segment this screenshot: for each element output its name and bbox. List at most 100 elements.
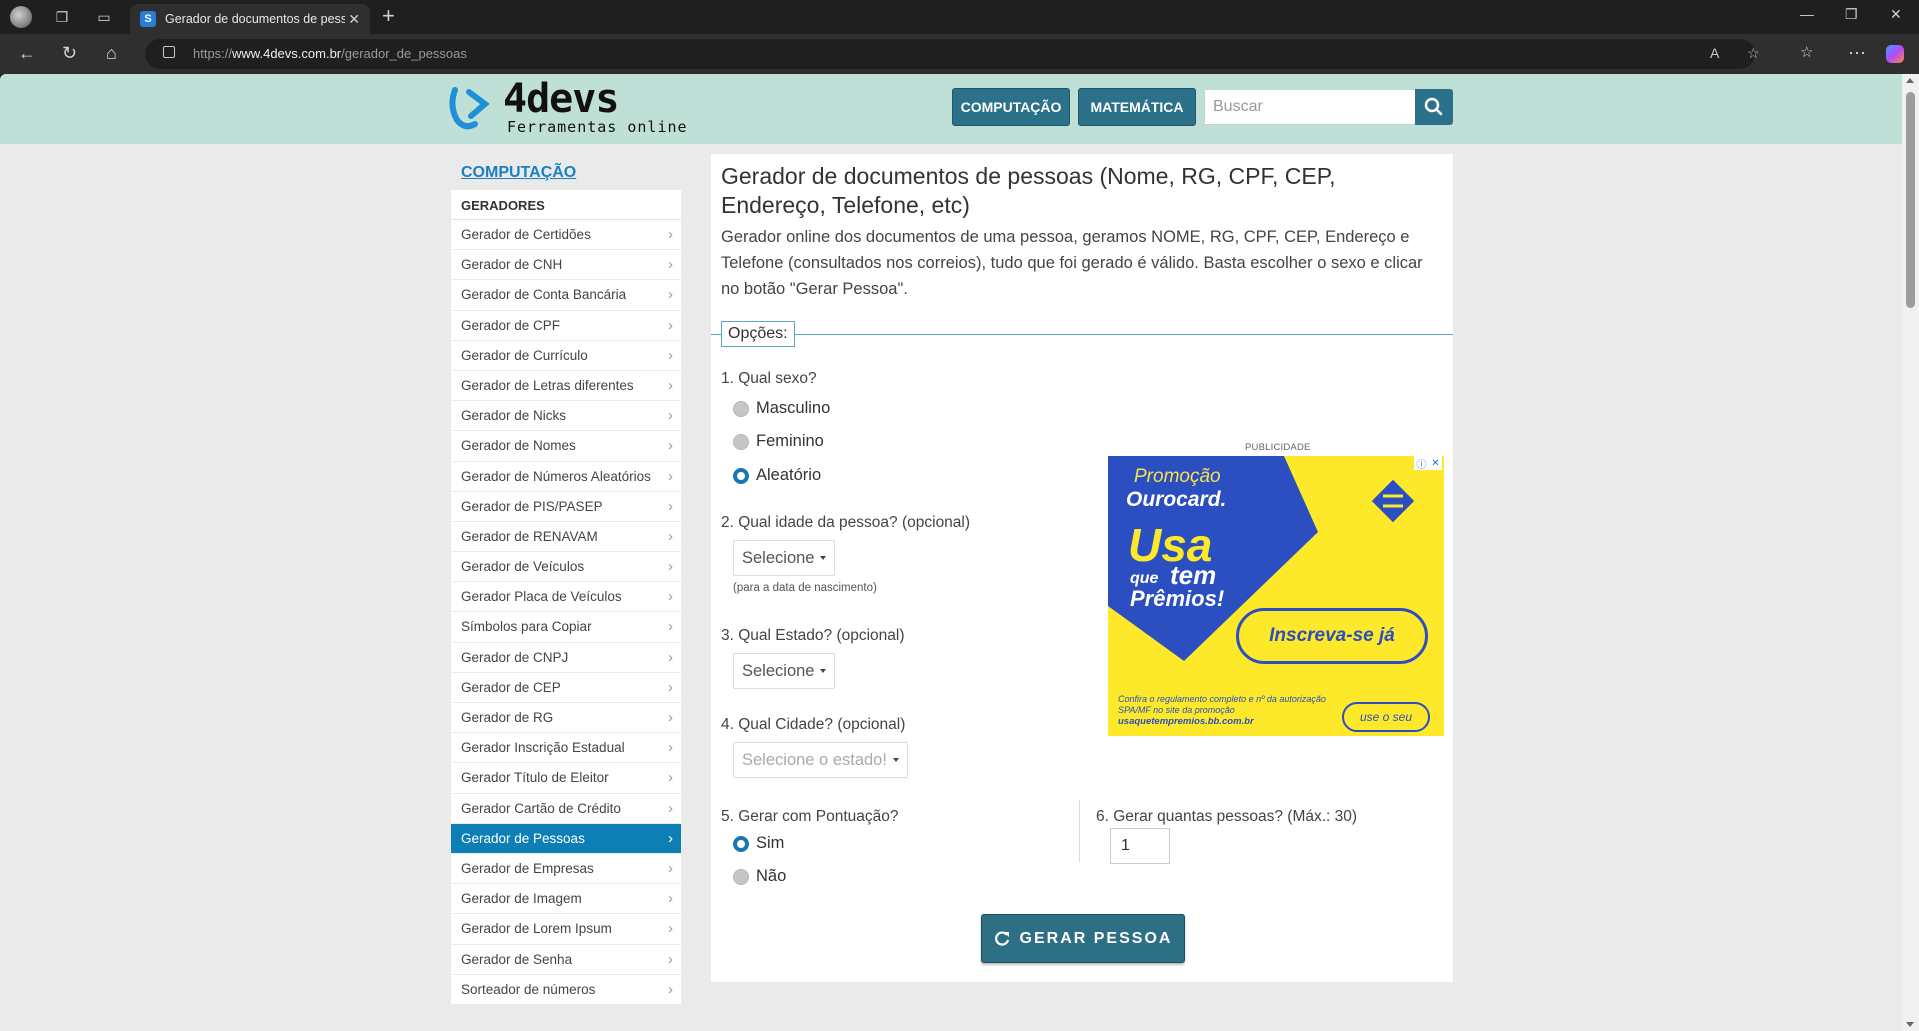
sidebar-item[interactable]: Gerador de CPF › xyxy=(451,311,681,341)
workspaces-icon[interactable]: ❐ xyxy=(52,7,72,27)
ad-promo-line1: Promoção xyxy=(1134,466,1221,487)
sidebar-item[interactable]: Gerador Placa de Veículos › xyxy=(451,582,681,613)
scroll-thumb[interactable] xyxy=(1906,92,1915,308)
chevron-right-icon: › xyxy=(668,709,673,726)
advertisement[interactable]: ⓘ ✕ Promoção Ourocard. Usa que tem Prêmio… xyxy=(1108,456,1444,736)
sidebar-item[interactable]: Gerador Inscrição Estadual › xyxy=(451,733,681,764)
sex-option-masculino[interactable]: Masculino xyxy=(733,399,830,418)
read-aloud-icon[interactable]: A xyxy=(1710,45,1719,61)
chevron-right-icon: › xyxy=(668,256,673,274)
sidebar-item[interactable]: Símbolos para Copiar › xyxy=(451,612,681,643)
sidebar-item[interactable]: Gerador de RG › xyxy=(451,703,681,734)
city-select[interactable]: Selecione o estado! xyxy=(733,742,908,778)
state-select[interactable]: Selecione xyxy=(733,653,836,689)
sidebar-item[interactable]: Gerador Cartão de Crédito › xyxy=(451,794,681,824)
sidebar-item[interactable]: Gerador de PIS/PASEP › xyxy=(451,492,681,522)
ad-premios: Prêmios! xyxy=(1130,586,1225,611)
sidebar-item[interactable]: Gerador de Nicks › xyxy=(451,401,681,432)
restore-icon[interactable]: ❐ xyxy=(1845,6,1858,23)
sidebar-item[interactable]: Gerador de CEP › xyxy=(451,673,681,703)
logo-name[interactable]: 4devs xyxy=(503,76,619,122)
sidebar-item[interactable]: Gerador de Conta Bancária › xyxy=(451,280,681,311)
sidebar-item-label: Gerador de Lorem Ipsum xyxy=(461,921,612,937)
chevron-right-icon: › xyxy=(668,799,673,817)
sidebar-item[interactable]: Gerador de Veículos › xyxy=(451,552,681,583)
chevron-right-icon: › xyxy=(668,890,673,908)
window-close-icon[interactable]: ✕ xyxy=(1890,6,1902,23)
back-icon[interactable]: ← xyxy=(18,43,36,63)
scroll-down-icon[interactable] xyxy=(1906,1022,1914,1027)
sidebar-item[interactable]: Gerador de Empresas › xyxy=(451,854,681,885)
sidebar-item[interactable]: Gerador de Currículo › xyxy=(451,341,681,371)
sidebar-item[interactable]: Gerador de Números Aleatórios › xyxy=(451,462,681,492)
ad-close-icon[interactable]: ⓘ ✕ xyxy=(1414,456,1442,471)
minimize-icon[interactable]: — xyxy=(1800,6,1814,22)
chevron-right-icon: › xyxy=(668,376,673,394)
radio-feminino[interactable] xyxy=(733,433,749,450)
favorites-icon[interactable]: ☆ xyxy=(1800,43,1813,63)
sex-option-feminino[interactable]: Feminino xyxy=(733,432,824,451)
sidebar-item[interactable]: Gerador de CNH › xyxy=(451,250,681,281)
sidebar-item-label: Gerador de CNPJ xyxy=(461,649,569,665)
browser-tab[interactable]: S Gerador de documentos de pessoas ✕ xyxy=(130,4,370,34)
favorite-star-icon[interactable]: ☆ xyxy=(1747,45,1760,62)
chevron-right-icon: › xyxy=(668,739,673,757)
refresh-icon[interactable]: ↻ xyxy=(62,43,77,63)
generate-person-button[interactable]: GERAR PESSOA xyxy=(981,914,1185,963)
url-text: https://www.4devs.com.br/gerador_de_pess… xyxy=(193,46,467,61)
sidebar-item-label: Gerador Placa de Veículos xyxy=(461,589,622,605)
profile-avatar[interactable] xyxy=(10,6,32,28)
url-field[interactable]: https://www.4devs.com.br/gerador_de_pess… xyxy=(145,39,1760,69)
chevron-right-icon: › xyxy=(668,316,673,334)
sidebar-item-label: Gerador de Conta Bancária xyxy=(461,287,627,303)
more-menu-icon[interactable]: ⋯ xyxy=(1848,43,1866,63)
radio-masculino[interactable] xyxy=(733,400,749,417)
chevron-right-icon: › xyxy=(668,950,673,968)
sidebar-item[interactable]: Gerador de Senha › xyxy=(451,945,681,975)
sidebar-item[interactable]: Gerador de RENAVAM › xyxy=(451,522,681,553)
scroll-up-icon[interactable] xyxy=(1906,78,1914,83)
chevron-right-icon: › xyxy=(668,920,673,938)
sidebar-heading[interactable]: COMPUTAÇÃO xyxy=(461,164,576,182)
chevron-right-icon: › xyxy=(668,829,673,847)
search-input[interactable]: Buscar xyxy=(1204,89,1416,125)
age-select[interactable]: Selecione xyxy=(733,540,836,576)
sidebar-item[interactable]: Gerador de Letras diferentes › xyxy=(451,371,681,402)
sex-option-aleatorio[interactable]: Aleatório xyxy=(733,466,821,485)
chevron-right-icon: › xyxy=(668,527,673,545)
ad-cta-button[interactable]: Inscreva-se já xyxy=(1236,608,1428,664)
chevron-right-icon: › xyxy=(668,618,673,636)
radio-aleatorio[interactable] xyxy=(733,467,749,484)
computacao-button[interactable]: COMPUTAÇÃO xyxy=(952,88,1070,126)
punctuation-question: 5. Gerar com Pontuação? xyxy=(721,808,899,825)
quantity-question: 6. Gerar quantas pessoas? (Máx.: 30) xyxy=(1096,808,1358,825)
sidebar-item-label: Gerador de Letras diferentes xyxy=(461,377,634,393)
punctuation-option-nao[interactable]: Não xyxy=(733,867,786,886)
matematica-button[interactable]: MATEMÁTICA xyxy=(1078,88,1196,126)
punctuation-option-sim[interactable]: Sim xyxy=(733,834,784,853)
close-tab-icon[interactable]: ✕ xyxy=(348,11,360,28)
sidebar-item[interactable]: Gerador de Lorem Ipsum › xyxy=(451,914,681,945)
sidebar-item[interactable]: Gerador de CNPJ › xyxy=(451,643,681,673)
copilot-icon[interactable] xyxy=(1886,45,1904,63)
page-scrollbar[interactable] xyxy=(1902,74,1919,1031)
sidebar-item[interactable]: Gerador de Imagem › xyxy=(451,884,681,915)
quantity-input[interactable]: 1 xyxy=(1110,828,1170,864)
new-tab-icon[interactable]: + xyxy=(382,5,395,27)
sidebar-item[interactable]: Sorteador de números › xyxy=(451,975,681,1005)
4devs-logo-icon[interactable] xyxy=(447,80,497,132)
radio-nao[interactable] xyxy=(733,868,749,885)
tab-actions-icon[interactable]: ▭ xyxy=(94,7,114,27)
sidebar-item-label: Gerador de Senha xyxy=(461,951,573,967)
sidebar-item[interactable]: Gerador de Pessoas › xyxy=(451,823,681,854)
sidebar-item[interactable]: Gerador de Certidões › xyxy=(451,220,681,251)
radio-sim[interactable] xyxy=(733,835,749,852)
page-description: Gerador online dos documentos de uma pes… xyxy=(721,228,1423,298)
search-button[interactable] xyxy=(1415,89,1453,125)
sidebar-item[interactable]: Gerador Título de Eleitor › xyxy=(451,763,681,794)
sidebar-item-label: Gerador Inscrição Estadual xyxy=(461,740,625,756)
chevron-right-icon: › xyxy=(668,859,673,877)
sidebar-item[interactable]: Gerador de Nomes › xyxy=(451,431,681,462)
home-icon[interactable]: ⌂ xyxy=(106,43,117,63)
chevron-down-icon xyxy=(820,556,827,560)
